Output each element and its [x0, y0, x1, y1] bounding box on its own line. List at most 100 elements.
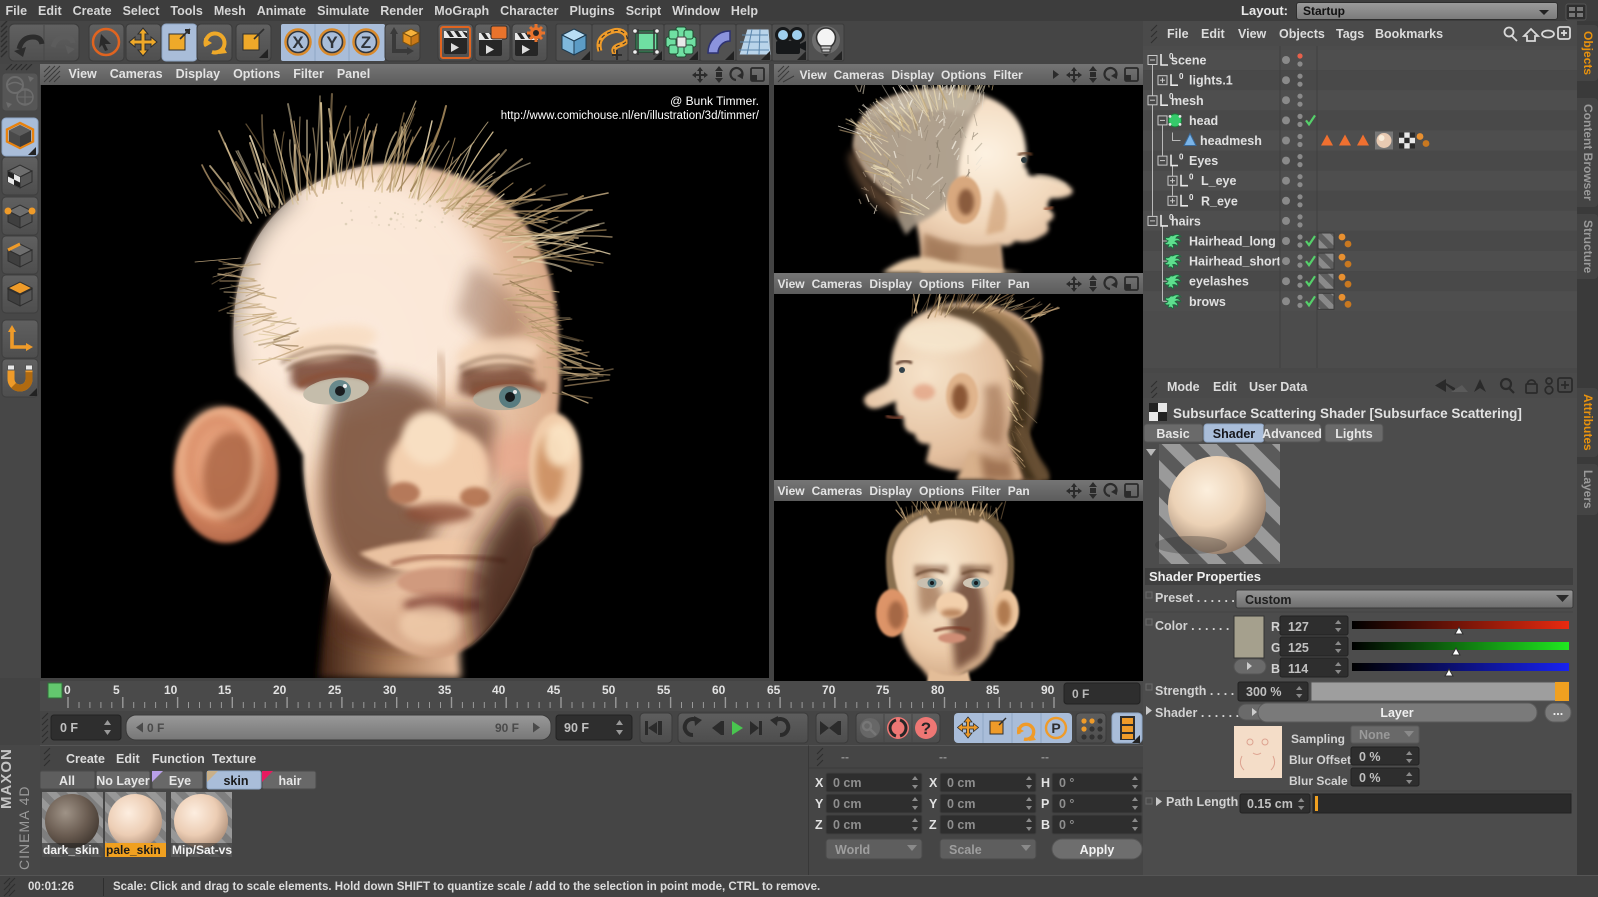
svg-text:114: 114: [1288, 662, 1308, 676]
svg-text:hairs: hairs: [1171, 214, 1201, 228]
svg-text:Preset . . . . . . .: Preset . . . . . . .: [1155, 591, 1242, 605]
svg-text:brows: brows: [1189, 295, 1226, 309]
svg-text:P: P: [1051, 720, 1060, 736]
svg-text:Z: Z: [815, 818, 823, 832]
svg-text:Custom: Custom: [1245, 593, 1292, 607]
svg-text:X: X: [929, 776, 938, 790]
svg-text:Edit: Edit: [1213, 380, 1237, 394]
svg-text:Lights: Lights: [1335, 427, 1373, 441]
svg-text:Eye: Eye: [169, 774, 191, 788]
svg-text:B: B: [1271, 662, 1280, 676]
svg-text:125: 125: [1288, 641, 1309, 655]
svg-text:0 %: 0 %: [1359, 771, 1381, 785]
svg-text:0 cm: 0 cm: [947, 797, 976, 811]
svg-text:70: 70: [822, 683, 836, 697]
svg-text:0 cm: 0 cm: [833, 818, 862, 832]
svg-text:P: P: [1041, 797, 1049, 811]
svg-text:75: 75: [876, 683, 890, 697]
svg-text:80: 80: [931, 683, 945, 697]
svg-text:Shader: Shader: [1213, 427, 1256, 441]
svg-text:R_eye: R_eye: [1201, 194, 1238, 208]
svg-text:0 cm: 0 cm: [947, 776, 976, 790]
svg-text:Z: Z: [361, 33, 371, 52]
svg-text:No Layer: No Layer: [96, 774, 150, 788]
svg-text:Path Length: Path Length: [1166, 795, 1238, 809]
svg-text:0 °: 0 °: [1059, 818, 1074, 832]
svg-text:Strength . . . . .: Strength . . . . .: [1155, 684, 1241, 698]
svg-text:Texture: Texture: [212, 752, 256, 766]
svg-text:User Data: User Data: [1249, 380, 1308, 394]
svg-text:15: 15: [218, 683, 232, 697]
svg-text:Hairhead_long: Hairhead_long: [1189, 235, 1276, 249]
svg-text:60: 60: [712, 683, 726, 697]
svg-text:Advanced: Advanced: [1262, 427, 1322, 441]
svg-text:50: 50: [602, 683, 616, 697]
svg-text:X: X: [292, 33, 304, 52]
svg-text:...: ...: [1553, 704, 1563, 718]
svg-text:R: R: [1271, 620, 1280, 634]
svg-text:Hairhead_short: Hairhead_short: [1189, 255, 1282, 269]
svg-text:Mip/Sat-vs: Mip/Sat-vs: [172, 843, 232, 857]
svg-text:0 cm: 0 cm: [833, 797, 862, 811]
svg-text:45: 45: [547, 683, 561, 697]
svg-text:35: 35: [438, 683, 452, 697]
svg-text:Sampling: Sampling: [1291, 732, 1345, 746]
svg-text:eyelashes: eyelashes: [1189, 275, 1249, 289]
svg-text:40: 40: [492, 683, 506, 697]
svg-text:--: --: [1041, 750, 1049, 764]
svg-text:Edit: Edit: [116, 752, 140, 766]
svg-text:G: G: [1271, 641, 1281, 655]
svg-text:5: 5: [113, 683, 120, 697]
svg-text:@ Bunk Timmer.: @ Bunk Timmer.: [670, 94, 759, 108]
svg-text:Objects: Objects: [1279, 27, 1325, 41]
svg-text:Blur Scale: Blur Scale: [1289, 774, 1348, 788]
svg-text:Layer: Layer: [1380, 706, 1413, 720]
svg-text:scene: scene: [1171, 54, 1206, 68]
svg-text:0 cm: 0 cm: [833, 776, 862, 790]
svg-text:Shader . . . . . .: Shader . . . . . .: [1155, 706, 1239, 720]
svg-text:0 F: 0 F: [1072, 687, 1089, 701]
svg-text:dark_skin: dark_skin: [43, 843, 99, 857]
svg-text:H: H: [1041, 776, 1050, 790]
svg-text:None: None: [1359, 728, 1390, 742]
svg-text:30: 30: [383, 683, 397, 697]
svg-text:Edit: Edit: [1201, 27, 1225, 41]
svg-text:skin: skin: [223, 774, 248, 788]
svg-text:127: 127: [1288, 620, 1309, 634]
svg-text:Shader Properties: Shader Properties: [1149, 569, 1261, 584]
svg-text:0: 0: [1179, 72, 1184, 81]
svg-text:55: 55: [657, 683, 671, 697]
svg-text:Subsurface Scattering Shader [: Subsurface Scattering Shader [Subsurface…: [1173, 406, 1522, 421]
svg-text:Mode: Mode: [1167, 380, 1200, 394]
svg-text:10: 10: [164, 683, 178, 697]
svg-text:X: X: [815, 776, 824, 790]
svg-text:Y: Y: [326, 33, 338, 52]
svg-text:0: 0: [1179, 153, 1184, 162]
svg-text:head: head: [1189, 114, 1218, 128]
svg-text:Eyes: Eyes: [1189, 154, 1218, 168]
svg-text:mesh: mesh: [1171, 94, 1204, 108]
svg-text:90: 90: [1041, 683, 1055, 697]
svg-text:http://www.comichouse.nl/en/il: http://www.comichouse.nl/en/illustration…: [501, 110, 760, 122]
svg-text:0: 0: [1189, 193, 1194, 202]
svg-text:Bookmarks: Bookmarks: [1375, 27, 1443, 41]
svg-text:65: 65: [767, 683, 781, 697]
svg-text:90 F: 90 F: [564, 721, 589, 735]
svg-text:View: View: [1238, 27, 1267, 41]
svg-text:Basic: Basic: [1156, 427, 1189, 441]
svg-text:Create: Create: [66, 752, 105, 766]
svg-text:Scale: Scale: [949, 843, 982, 857]
svg-text:20: 20: [273, 683, 287, 697]
svg-text:headmesh: headmesh: [1200, 134, 1262, 148]
svg-text:0 cm: 0 cm: [947, 818, 976, 832]
svg-text:300 %: 300 %: [1246, 685, 1281, 699]
svg-text:Blur Offset: Blur Offset: [1289, 753, 1351, 767]
svg-text:All: All: [59, 774, 75, 788]
svg-text:0: 0: [1189, 173, 1194, 182]
svg-text:0 F: 0 F: [147, 721, 164, 735]
svg-text:Color . . . . . .: Color . . . . . .: [1155, 619, 1229, 633]
svg-text:0 °: 0 °: [1059, 797, 1074, 811]
svg-text:--: --: [939, 750, 947, 764]
svg-text:File: File: [1167, 27, 1189, 41]
svg-text:0 °: 0 °: [1059, 776, 1074, 790]
